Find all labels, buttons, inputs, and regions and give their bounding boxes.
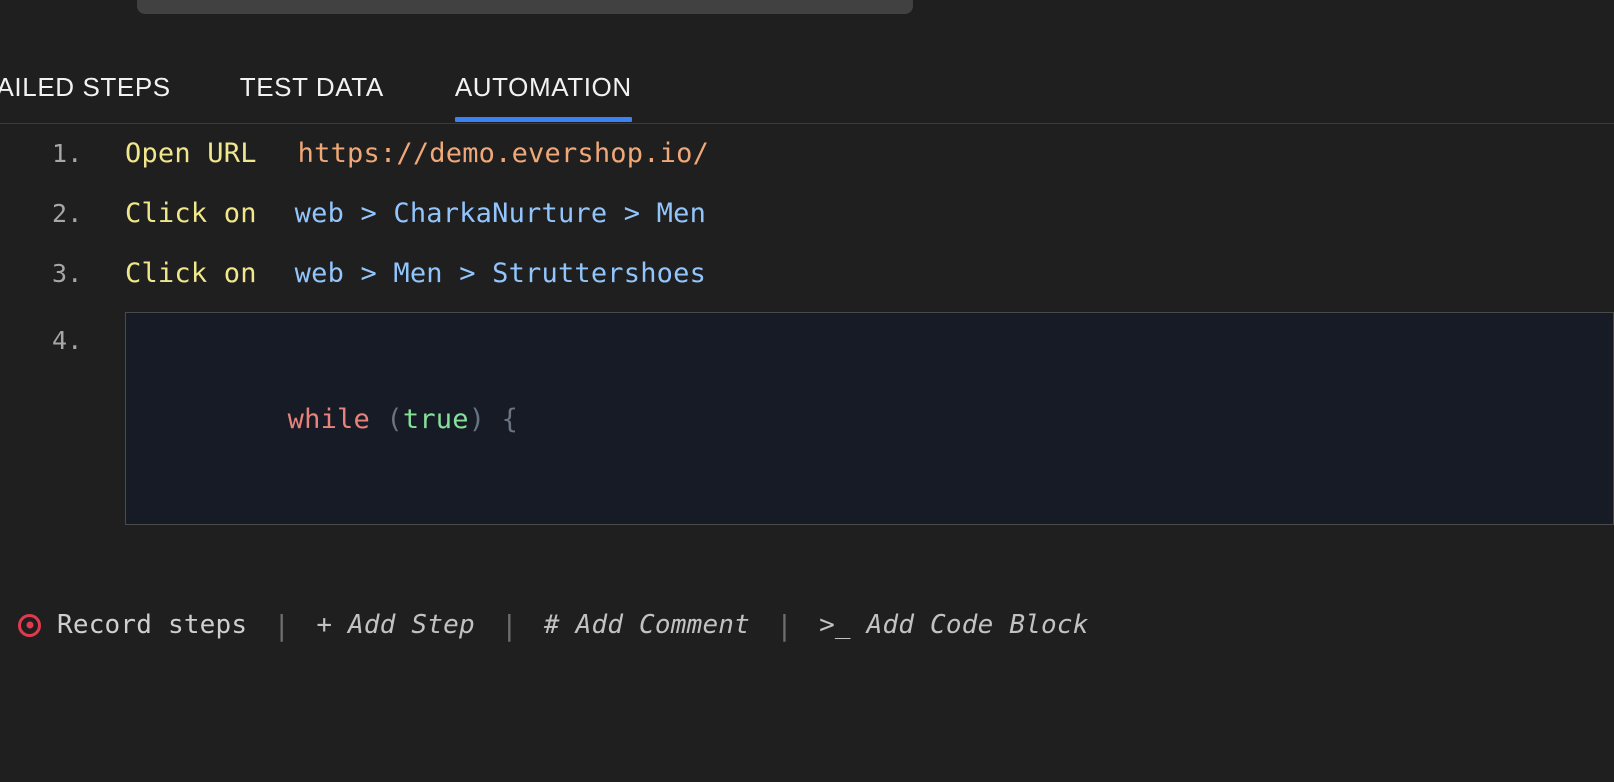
tab-automation-label: AUTOMATION — [455, 72, 632, 102]
code-open-brace: { — [502, 404, 518, 435]
code-boolean-true: true — [403, 404, 469, 435]
step-locator-value: web > Men > Struttershoes — [295, 244, 706, 304]
tab-detailed-steps[interactable]: ETAILED STEPS — [0, 58, 171, 124]
step-action-label: Click on — [125, 244, 257, 304]
step-number: 4. — [0, 312, 125, 353]
tab-detailed-steps-label: ETAILED STEPS — [0, 72, 171, 102]
step-action-bar: Record steps | + Add Step | # Add Commen… — [0, 598, 1614, 652]
step-row[interactable]: 2. Click on web > CharkaNurture > Men — [0, 184, 1614, 244]
step-number: 2. — [0, 184, 125, 244]
separator: | — [501, 609, 518, 642]
tab-test-data-label: TEST DATA — [240, 72, 384, 102]
step-action-label: Open URL — [125, 124, 257, 184]
step-url-value: https://demo.evershop.io/ — [298, 124, 709, 184]
add-code-block-button[interactable]: >_ Add Code Block — [819, 610, 1089, 640]
tab-bar: ETAILED STEPS TEST DATA AUTOMATION — [0, 58, 1614, 124]
code-line-input-value: Input valueconstants.Test.c1inweb > Nike… — [126, 496, 1613, 525]
separator: | — [776, 609, 793, 642]
record-circle-icon[interactable] — [18, 614, 41, 637]
step-number: 3. — [0, 244, 125, 304]
tab-automation[interactable]: AUTOMATION — [455, 58, 632, 124]
step-row-code-block[interactable]: 4. while (true) { Input valueconstants.T… — [0, 312, 1614, 372]
add-step-button[interactable]: + Add Step — [316, 610, 475, 640]
add-comment-button[interactable]: # Add Comment — [544, 610, 750, 640]
tab-test-data[interactable]: TEST DATA — [240, 58, 384, 124]
record-steps-button[interactable]: Record steps — [57, 610, 247, 640]
separator: | — [273, 609, 290, 642]
code-open-paren: ( — [370, 404, 403, 435]
code-close-paren: ) — [469, 404, 502, 435]
step-action-label: Click on — [125, 184, 257, 244]
step-locator-value: web > CharkaNurture > Men — [295, 184, 706, 244]
code-line-while: while (true) { — [126, 343, 1613, 496]
partial-top-panel-clip — [0, 0, 1614, 14]
step-row[interactable]: 3. Click on web > Men > Struttershoes — [0, 244, 1614, 304]
automation-steps-list: 1. Open URL https://demo.evershop.io/ 2.… — [0, 124, 1614, 372]
code-keyword-while: while — [288, 404, 370, 435]
partial-top-panel — [137, 0, 913, 14]
step-row[interactable]: 1. Open URL https://demo.evershop.io/ — [0, 124, 1614, 184]
step-number: 1. — [0, 124, 125, 184]
code-block-editor[interactable]: while (true) { Input valueconstants.Test… — [125, 312, 1614, 525]
